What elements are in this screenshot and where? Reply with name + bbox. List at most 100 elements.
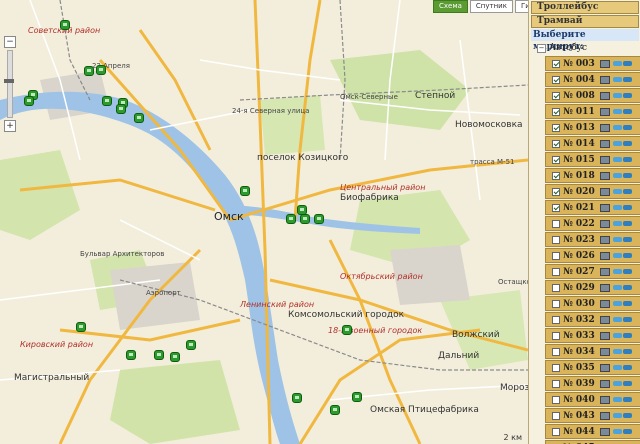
route-checkbox[interactable] bbox=[552, 107, 560, 116]
schedule-icon[interactable] bbox=[600, 107, 610, 116]
route-checkbox[interactable] bbox=[552, 395, 560, 404]
route-checkbox[interactable] bbox=[552, 139, 560, 148]
route-direction-icon[interactable] bbox=[613, 284, 633, 292]
zoom-in-button[interactable]: + bbox=[4, 120, 16, 132]
route-item[interactable]: № 004 bbox=[545, 72, 640, 87]
schedule-icon[interactable] bbox=[600, 75, 610, 84]
schedule-icon[interactable] bbox=[600, 219, 610, 228]
route-item[interactable]: № 040 bbox=[545, 392, 640, 407]
route-item[interactable]: № 035 bbox=[545, 360, 640, 375]
route-checkbox[interactable] bbox=[552, 91, 560, 100]
bus-marker-icon[interactable] bbox=[314, 214, 324, 224]
route-checkbox[interactable] bbox=[552, 59, 560, 68]
route-checkbox[interactable] bbox=[552, 379, 560, 388]
schedule-icon[interactable] bbox=[600, 363, 610, 372]
bus-marker-icon[interactable] bbox=[96, 65, 106, 75]
route-direction-icon[interactable] bbox=[613, 252, 633, 260]
route-direction-icon[interactable] bbox=[613, 92, 633, 100]
route-checkbox[interactable] bbox=[552, 427, 560, 436]
route-item[interactable]: № 039 bbox=[545, 376, 640, 391]
route-direction-icon[interactable] bbox=[613, 220, 633, 228]
schedule-icon[interactable] bbox=[600, 395, 610, 404]
route-item[interactable]: № 021 bbox=[545, 200, 640, 215]
route-item[interactable]: № 026 bbox=[545, 248, 640, 263]
bus-marker-icon[interactable] bbox=[116, 104, 126, 114]
bus-marker-icon[interactable] bbox=[170, 352, 180, 362]
schedule-icon[interactable] bbox=[600, 315, 610, 324]
bus-marker-icon[interactable] bbox=[76, 322, 86, 332]
schedule-icon[interactable] bbox=[600, 267, 610, 276]
bus-marker-icon[interactable] bbox=[240, 186, 250, 196]
bus-marker-icon[interactable] bbox=[186, 340, 196, 350]
schedule-icon[interactable] bbox=[600, 59, 610, 68]
bus-marker-icon[interactable] bbox=[134, 113, 144, 123]
bus-marker-icon[interactable] bbox=[126, 350, 136, 360]
route-direction-icon[interactable] bbox=[613, 348, 633, 356]
route-checkbox[interactable] bbox=[552, 123, 560, 132]
route-checkbox[interactable] bbox=[552, 283, 560, 292]
route-checkbox[interactable] bbox=[552, 155, 560, 164]
route-item[interactable]: № 043 bbox=[545, 408, 640, 423]
route-checkbox[interactable] bbox=[552, 235, 560, 244]
route-item[interactable]: № 008 bbox=[545, 88, 640, 103]
schedule-icon[interactable] bbox=[600, 139, 610, 148]
route-direction-icon[interactable] bbox=[613, 172, 633, 180]
zoom-slider-thumb[interactable] bbox=[4, 79, 14, 83]
route-direction-icon[interactable] bbox=[613, 380, 633, 388]
bus-marker-icon[interactable] bbox=[286, 214, 296, 224]
route-checkbox[interactable] bbox=[552, 347, 560, 356]
route-item[interactable]: № 044 bbox=[545, 424, 640, 439]
route-checkbox[interactable] bbox=[552, 267, 560, 276]
route-direction-icon[interactable] bbox=[613, 396, 633, 404]
route-checkbox[interactable] bbox=[552, 171, 560, 180]
route-item[interactable]: № 023 bbox=[545, 232, 640, 247]
route-direction-icon[interactable] bbox=[613, 204, 633, 212]
route-checkbox[interactable] bbox=[552, 411, 560, 420]
route-checkbox[interactable] bbox=[552, 251, 560, 260]
route-item[interactable]: № 032 bbox=[545, 312, 640, 327]
map-area[interactable]: Схема Спутник Гибрид − + Советский район… bbox=[0, 0, 528, 444]
schedule-icon[interactable] bbox=[600, 203, 610, 212]
bus-marker-icon[interactable] bbox=[84, 66, 94, 76]
route-direction-icon[interactable] bbox=[613, 316, 633, 324]
tab-scheme[interactable]: Схема bbox=[433, 0, 468, 13]
route-item[interactable]: № 022 bbox=[545, 216, 640, 231]
schedule-icon[interactable] bbox=[600, 235, 610, 244]
route-item[interactable]: № 029 bbox=[545, 280, 640, 295]
route-checkbox[interactable] bbox=[552, 315, 560, 324]
route-direction-icon[interactable] bbox=[613, 236, 633, 244]
schedule-icon[interactable] bbox=[600, 411, 610, 420]
route-direction-icon[interactable] bbox=[613, 268, 633, 276]
bus-marker-icon[interactable] bbox=[330, 405, 340, 415]
tram-category[interactable]: Трамвай bbox=[531, 15, 639, 28]
route-item[interactable]: № 015 bbox=[545, 152, 640, 167]
route-item[interactable]: № 003 bbox=[545, 56, 640, 71]
trolleybus-category[interactable]: Троллейбус bbox=[531, 1, 639, 14]
route-item[interactable]: № 013 bbox=[545, 120, 640, 135]
route-direction-icon[interactable] bbox=[613, 124, 633, 132]
route-item[interactable]: № 014 bbox=[545, 136, 640, 151]
collapse-icon[interactable]: − bbox=[537, 44, 546, 53]
route-checkbox[interactable] bbox=[552, 219, 560, 228]
bus-marker-icon[interactable] bbox=[102, 96, 112, 106]
bus-group-header[interactable]: − Автобус bbox=[537, 43, 640, 54]
route-checkbox[interactable] bbox=[552, 203, 560, 212]
bus-marker-icon[interactable] bbox=[154, 350, 164, 360]
route-direction-icon[interactable] bbox=[613, 60, 633, 68]
schedule-icon[interactable] bbox=[600, 427, 610, 436]
bus-marker-icon[interactable] bbox=[352, 392, 362, 402]
route-direction-icon[interactable] bbox=[613, 140, 633, 148]
route-direction-icon[interactable] bbox=[613, 300, 633, 308]
schedule-icon[interactable] bbox=[600, 123, 610, 132]
route-item[interactable]: № 027 bbox=[545, 264, 640, 279]
route-direction-icon[interactable] bbox=[613, 364, 633, 372]
route-direction-icon[interactable] bbox=[613, 332, 633, 340]
route-item[interactable]: № 033 bbox=[545, 328, 640, 343]
bus-marker-icon[interactable] bbox=[60, 20, 70, 30]
route-item[interactable]: № 011 bbox=[545, 104, 640, 119]
schedule-icon[interactable] bbox=[600, 379, 610, 388]
route-checkbox[interactable] bbox=[552, 299, 560, 308]
schedule-icon[interactable] bbox=[600, 155, 610, 164]
route-direction-icon[interactable] bbox=[613, 188, 633, 196]
schedule-icon[interactable] bbox=[600, 187, 610, 196]
